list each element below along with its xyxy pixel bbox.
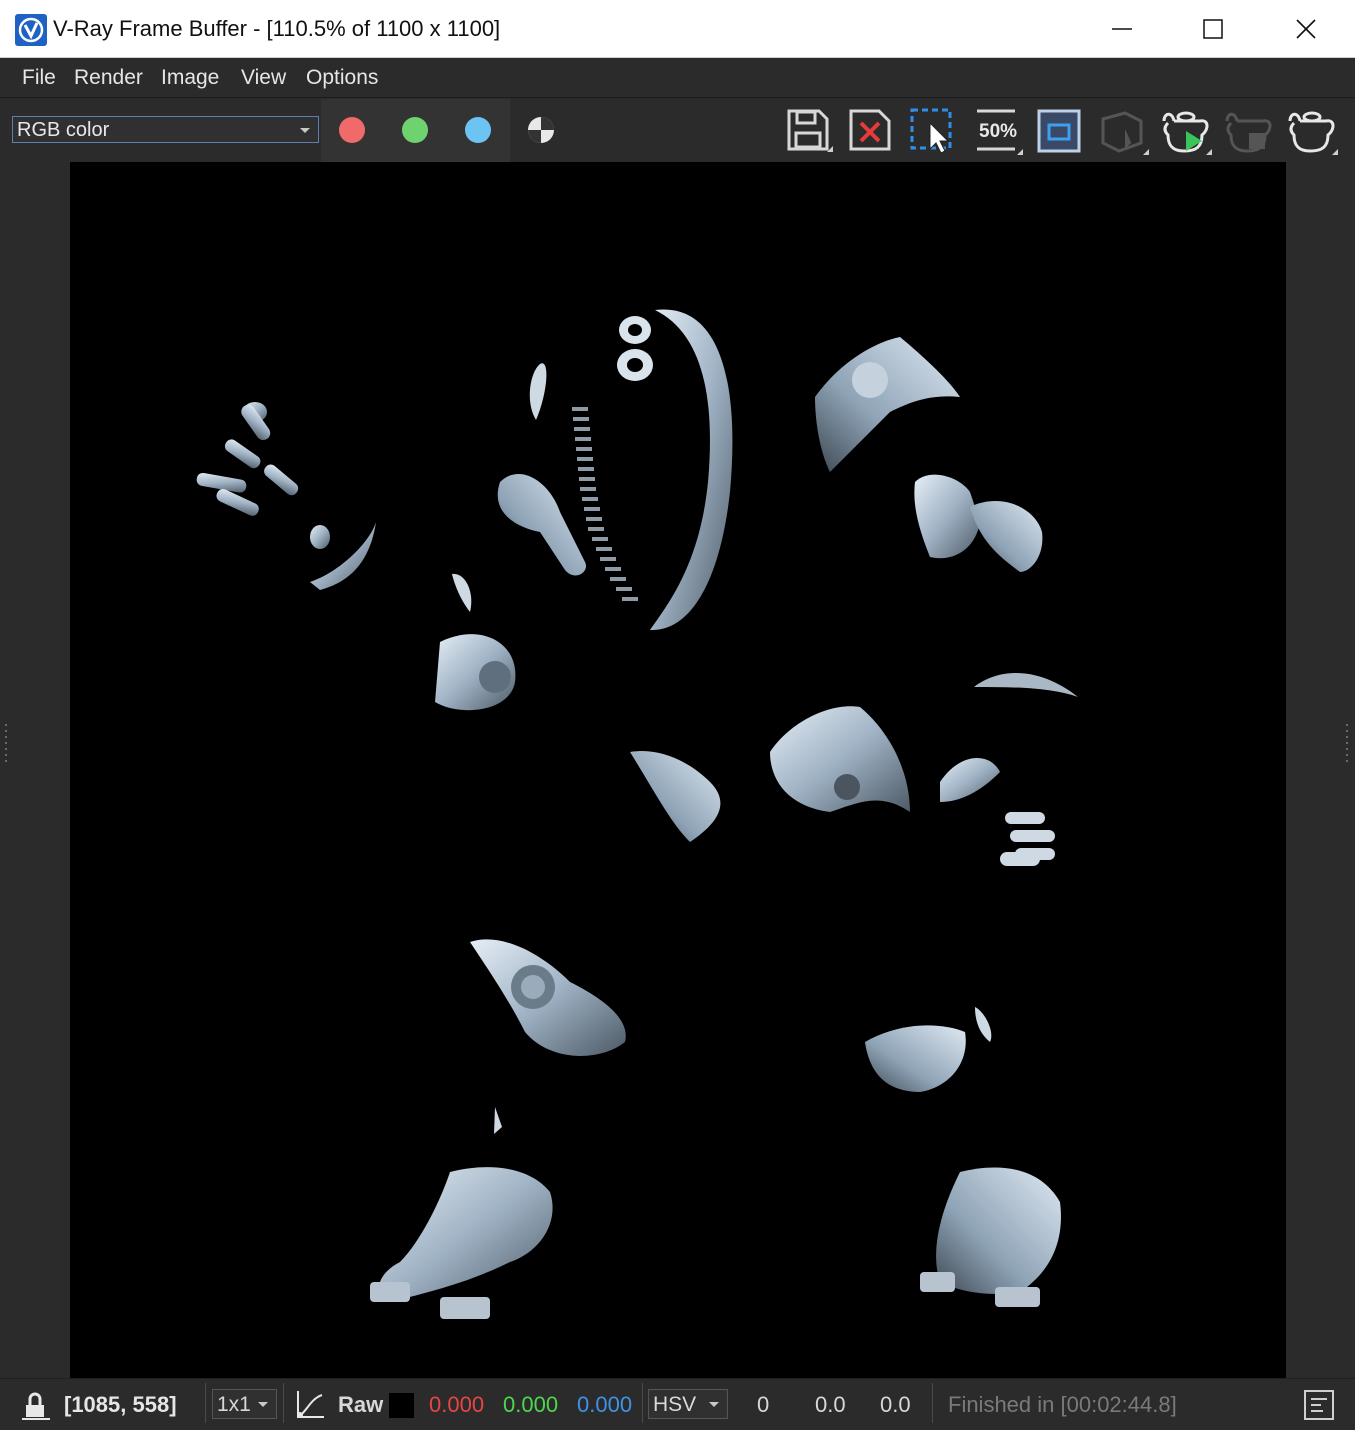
save-icon	[787, 109, 833, 152]
robot-render-image	[196, 309, 1078, 1319]
zoom-50-icon: 50%	[977, 109, 1023, 155]
chevron-down-icon	[709, 1402, 719, 1407]
color-curve-icon[interactable]	[292, 1387, 328, 1423]
pixel-coordinates: [1085, 558]	[64, 1392, 177, 1417]
divider	[642, 1383, 643, 1423]
blue-dot-icon	[465, 117, 491, 143]
chevron-down-icon	[300, 128, 310, 133]
start-render-icon	[1162, 111, 1212, 155]
vray-logo-icon	[15, 14, 47, 46]
stop-render-icon	[1225, 112, 1272, 153]
close-button[interactable]	[1260, 0, 1352, 58]
saturation-value: 0.0	[815, 1392, 846, 1417]
render-button[interactable]	[1286, 105, 1338, 157]
blue-value: 0.000	[577, 1392, 633, 1417]
divider	[932, 1383, 933, 1423]
status-bar: [1085, 558] 1x1 Raw 0.000 0.000 0.000 HS…	[0, 1378, 1355, 1430]
sample-size-value: 1x1	[217, 1393, 251, 1416]
clear-image-button[interactable]	[845, 105, 897, 157]
region-render-button[interactable]	[908, 105, 960, 157]
hue-value: 0	[757, 1392, 770, 1417]
image-viewport[interactable]	[0, 162, 1355, 1378]
red-channel-button[interactable]	[321, 99, 384, 162]
green-dot-icon	[402, 117, 428, 143]
green-value: 0.000	[503, 1392, 559, 1417]
hsv-mode-value: HSV	[653, 1393, 697, 1416]
color-mode-label: Raw	[338, 1392, 384, 1417]
render-teapot-icon	[1288, 111, 1338, 155]
sample-size-select[interactable]: 1x1	[212, 1389, 277, 1419]
clear-image-icon	[849, 109, 891, 151]
right-panel-grip-icon[interactable]	[1345, 722, 1351, 768]
interactive-render-icon	[1101, 111, 1149, 155]
hsv-mode-select[interactable]: HSV	[648, 1389, 728, 1419]
red-dot-icon	[339, 117, 365, 143]
frame-region-icon	[1037, 109, 1081, 153]
frame-region-button[interactable]	[1034, 105, 1086, 157]
maximize-button[interactable]	[1168, 0, 1260, 58]
region-render-icon	[910, 108, 952, 154]
value-value: 0.0	[880, 1392, 911, 1417]
left-panel-grip-icon[interactable]	[4, 722, 10, 768]
rendered-image[interactable]	[70, 162, 1286, 1378]
svg-text:50%: 50%	[979, 121, 1017, 142]
menu-render[interactable]: Render	[74, 66, 143, 90]
interactive-render-button[interactable]	[1097, 105, 1149, 157]
menu-view[interactable]: View	[241, 66, 286, 90]
lock-cursor-icon[interactable]	[20, 1389, 52, 1421]
menu-bar: File Render Image View Options	[0, 58, 1355, 98]
render-status-message: Finished in [00:02:44.8]	[948, 1392, 1177, 1417]
minimize-button[interactable]	[1076, 0, 1168, 58]
toolbar: RGB color 50%	[0, 99, 1355, 162]
menu-image[interactable]: Image	[161, 66, 219, 90]
save-image-button[interactable]	[781, 105, 833, 157]
color-swatch	[389, 1393, 414, 1418]
divider	[205, 1383, 206, 1423]
log-panel-icon[interactable]	[1303, 1389, 1335, 1421]
alpha-channel-button[interactable]	[510, 99, 573, 162]
title-bar: V-Ray Frame Buffer - [110.5% of 1100 x 1…	[0, 0, 1355, 58]
green-channel-button[interactable]	[384, 99, 447, 162]
window-title: V-Ray Frame Buffer - [110.5% of 1100 x 1…	[53, 16, 501, 41]
start-render-button[interactable]	[1160, 105, 1212, 157]
menu-file[interactable]: File	[22, 66, 56, 90]
menu-options[interactable]: Options	[306, 66, 378, 90]
chevron-down-icon	[258, 1402, 268, 1407]
alpha-icon	[528, 117, 554, 143]
channel-select-value: RGB color	[17, 119, 110, 141]
red-value: 0.000	[429, 1392, 485, 1417]
stop-render-button[interactable]	[1223, 105, 1275, 157]
blue-channel-button[interactable]	[447, 99, 510, 162]
channel-select[interactable]: RGB color	[12, 116, 319, 143]
divider	[283, 1383, 284, 1423]
zoom-50-button[interactable]: 50%	[971, 105, 1023, 157]
